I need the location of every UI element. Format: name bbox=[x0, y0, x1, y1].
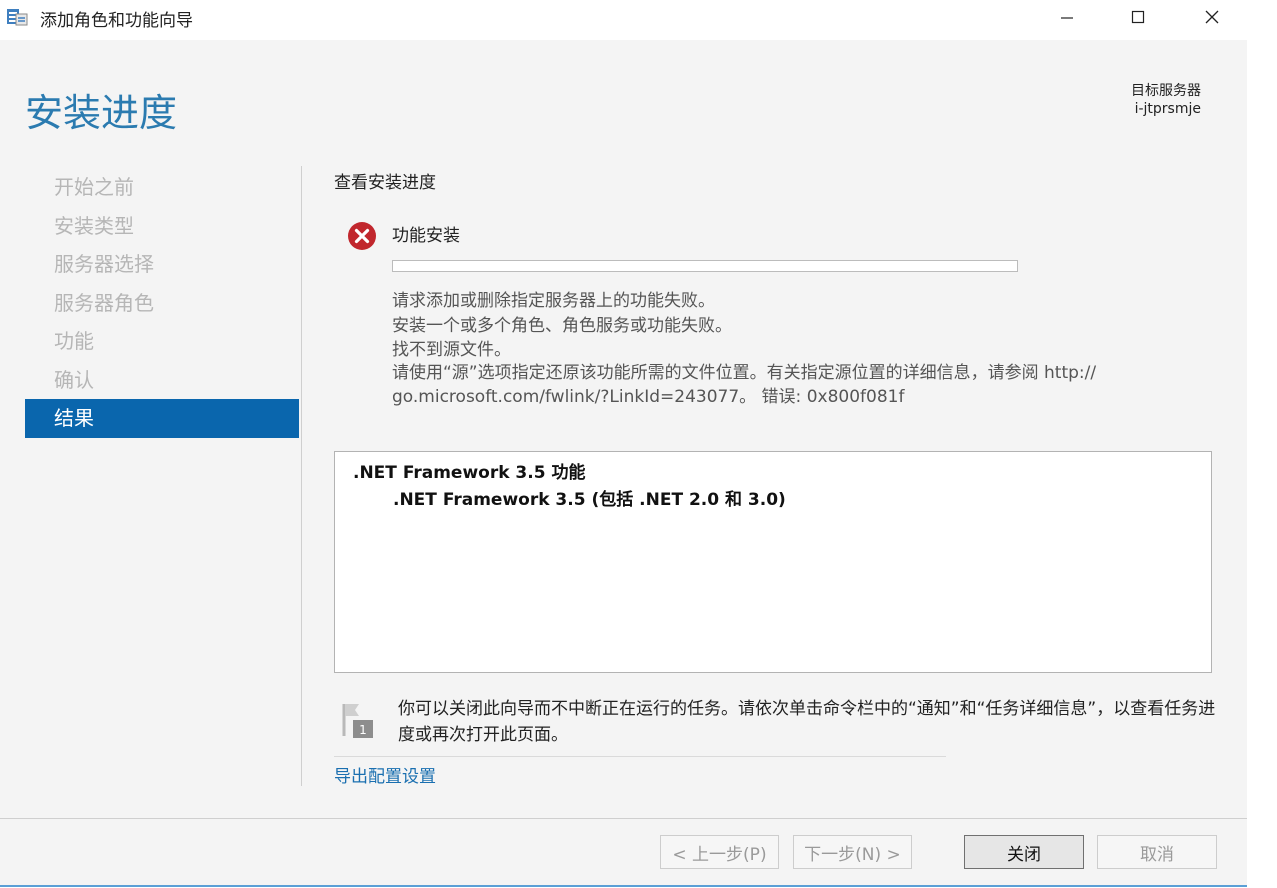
export-config-link[interactable]: 导出配置设置 bbox=[334, 762, 436, 787]
title-bar: 添加角色和功能向导 bbox=[0, 0, 1277, 34]
maximize-button[interactable] bbox=[1108, 0, 1168, 34]
info-message: 你可以关闭此向导而不中断正在运行的任务。请依次单击命令栏中的“通知”和“任务详细… bbox=[398, 699, 1216, 745]
minimize-button[interactable] bbox=[1037, 0, 1097, 34]
result-item: .NET Framework 3.5 功能 bbox=[353, 463, 586, 483]
nav-divider bbox=[301, 166, 302, 786]
cancel-button[interactable]: 取消 bbox=[1097, 835, 1217, 869]
nav-item-server-roles[interactable]: 服务器角色 bbox=[25, 284, 299, 323]
wizard-steps-nav: 开始之前 安装类型 服务器选择 服务器角色 功能 确认 结果 bbox=[25, 168, 299, 438]
window-bottom-border bbox=[0, 885, 1247, 887]
feature-install-title: 功能安装 bbox=[392, 226, 460, 246]
error-icon bbox=[346, 220, 378, 252]
results-list[interactable]: .NET Framework 3.5 功能 .NET Framework 3.5… bbox=[334, 451, 1212, 673]
target-server-label: 目标服务器 bbox=[1131, 83, 1201, 99]
nav-item-before-you-begin[interactable]: 开始之前 bbox=[25, 168, 299, 207]
previous-button[interactable]: < 上一步(P) bbox=[660, 835, 779, 869]
status-message: 请求添加或删除指定服务器上的功能失败。 bbox=[392, 291, 715, 311]
status-message: 请使用“源”选项指定还原该功能所需的文件位置。有关指定源位置的详细信息，请参阅 … bbox=[392, 363, 1097, 383]
window-title: 添加角色和功能向导 bbox=[40, 11, 193, 31]
close-window-button[interactable] bbox=[1182, 0, 1242, 34]
install-progress-bar bbox=[392, 260, 1018, 272]
link-divider bbox=[334, 756, 946, 757]
status-message: go.microsoft.com/fwlink/?LinkId=243077。 … bbox=[392, 387, 905, 407]
target-server-name: i-jtprsmje bbox=[1134, 101, 1201, 117]
svg-text:1: 1 bbox=[359, 723, 367, 737]
status-message: 找不到源文件。 bbox=[392, 340, 511, 360]
section-heading: 查看安装进度 bbox=[334, 173, 436, 193]
nav-item-features[interactable]: 功能 bbox=[25, 322, 299, 361]
nav-item-installation-type[interactable]: 安装类型 bbox=[25, 207, 299, 246]
nav-item-results[interactable]: 结果 bbox=[25, 399, 299, 438]
server-manager-icon bbox=[6, 6, 28, 26]
footer-divider bbox=[0, 818, 1247, 819]
result-subitem: .NET Framework 3.5 (包括 .NET 2.0 和 3.0) bbox=[393, 490, 786, 510]
status-message: 安装一个或多个角色、角色服务或功能失败。 bbox=[392, 316, 732, 336]
nav-item-server-selection[interactable]: 服务器选择 bbox=[25, 245, 299, 284]
next-button[interactable]: 下一步(N) > bbox=[793, 835, 912, 869]
flag-notification-icon: 1 bbox=[341, 700, 377, 740]
close-button[interactable]: 关闭 bbox=[964, 835, 1084, 869]
page-title: 安装进度 bbox=[25, 91, 178, 135]
nav-item-confirmation[interactable]: 确认 bbox=[25, 361, 299, 400]
